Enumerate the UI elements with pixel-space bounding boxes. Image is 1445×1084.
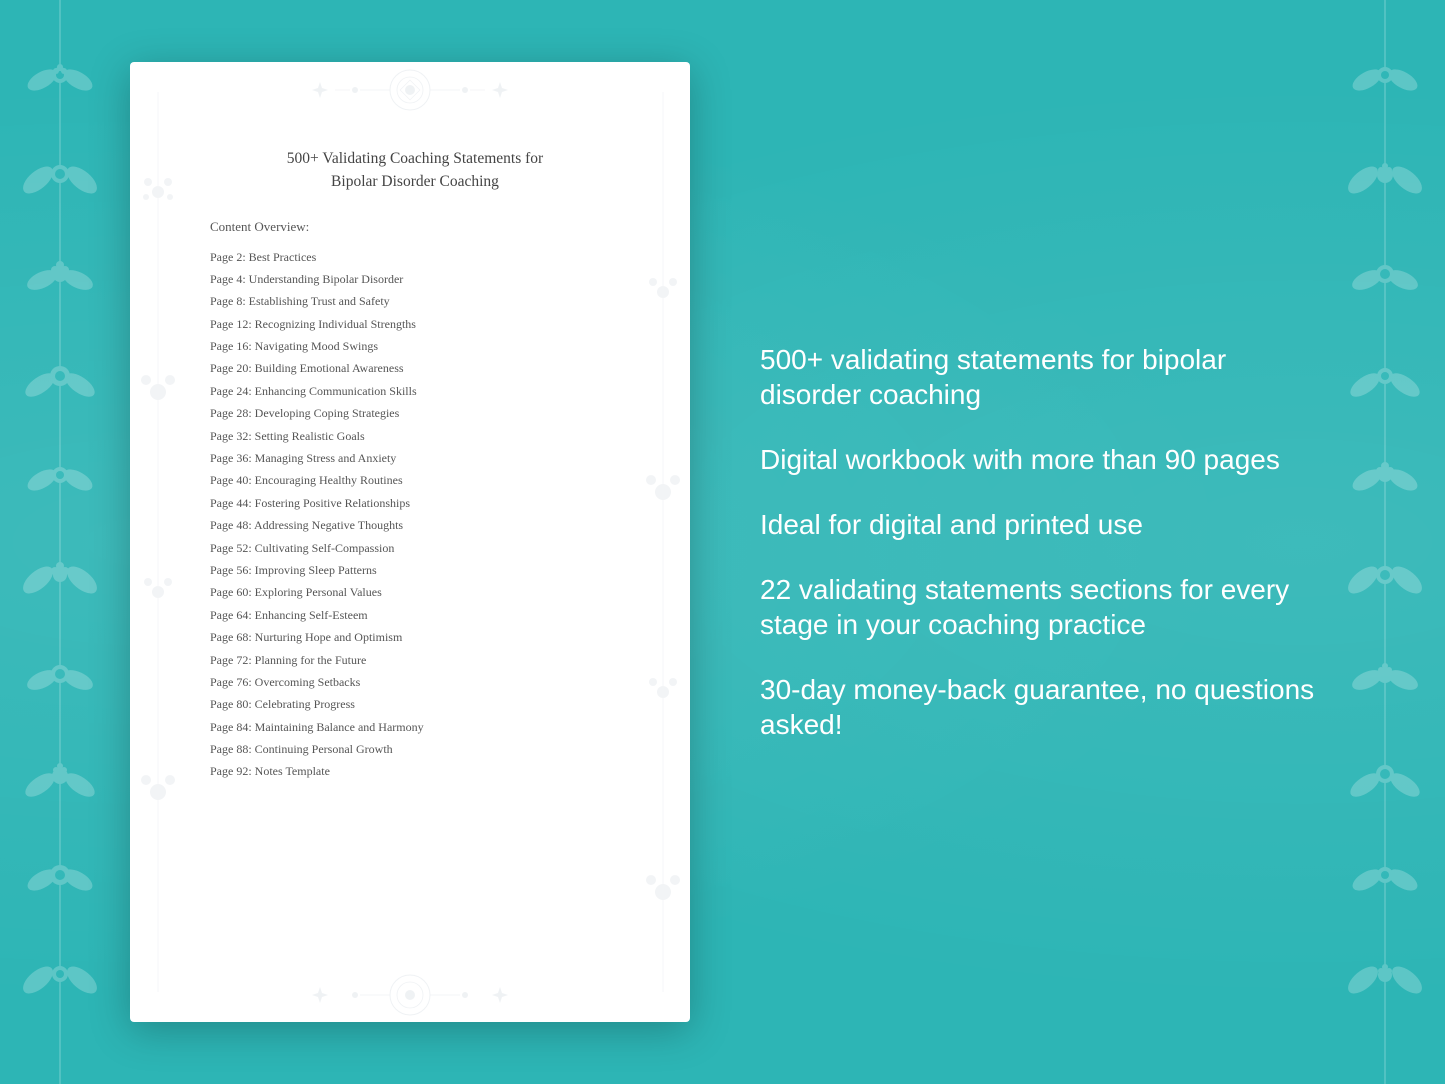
doc-title-line2: Bipolar Disorder Coaching: [331, 173, 499, 190]
feature-text-2: Digital workbook with more than 90 pages: [760, 442, 1315, 477]
document-title: 500+ Validating Coaching Statements for …: [210, 147, 620, 194]
table-of-contents-item: Page 88: Continuing Personal Growth: [210, 739, 620, 759]
table-of-contents-item: Page 52: Cultivating Self-Compassion: [210, 538, 620, 558]
table-of-contents-item: Page 32: Setting Realistic Goals: [210, 426, 620, 446]
features-panel: 500+ validating statements for bipolar d…: [740, 342, 1315, 742]
table-of-contents-item: Page 12: Recognizing Individual Strength…: [210, 314, 620, 334]
document-mockup: 500+ Validating Coaching Statements for …: [130, 62, 690, 1022]
doc-right-decoration: [635, 62, 690, 1022]
table-of-contents-item: Page 20: Building Emotional Awareness: [210, 358, 620, 378]
table-of-contents-item: Page 36: Managing Stress and Anxiety: [210, 448, 620, 468]
feature-text-3: Ideal for digital and printed use: [760, 507, 1315, 542]
table-of-contents: Page 2: Best PracticesPage 4: Understand…: [210, 247, 620, 782]
doc-left-decoration: [130, 62, 185, 1022]
table-of-contents-item: Page 28: Developing Coping Strategies: [210, 403, 620, 423]
table-of-contents-item: Page 8: Establishing Trust and Safety: [210, 291, 620, 311]
table-of-contents-item: Page 68: Nurturing Hope and Optimism: [210, 627, 620, 647]
table-of-contents-item: Page 72: Planning for the Future: [210, 650, 620, 670]
table-of-contents-item: Page 60: Exploring Personal Values: [210, 582, 620, 602]
doc-bottom-decoration: [130, 967, 690, 1022]
document-content: 500+ Validating Coaching Statements for …: [130, 92, 690, 992]
doc-top-decoration: [130, 62, 690, 117]
content-overview-label: Content Overview:: [210, 219, 620, 235]
table-of-contents-item: Page 76: Overcoming Setbacks: [210, 672, 620, 692]
table-of-contents-item: Page 64: Enhancing Self-Esteem: [210, 605, 620, 625]
table-of-contents-item: Page 84: Maintaining Balance and Harmony: [210, 717, 620, 737]
table-of-contents-item: Page 16: Navigating Mood Swings: [210, 336, 620, 356]
feature-text-1: 500+ validating statements for bipolar d…: [760, 342, 1315, 412]
feature-text-4: 22 validating statements sections for ev…: [760, 572, 1315, 642]
table-of-contents-item: Page 24: Enhancing Communication Skills: [210, 381, 620, 401]
main-layout: 500+ Validating Coaching Statements for …: [0, 0, 1445, 1084]
table-of-contents-item: Page 56: Improving Sleep Patterns: [210, 560, 620, 580]
table-of-contents-item: Page 40: Encouraging Healthy Routines: [210, 470, 620, 490]
table-of-contents-item: Page 44: Fostering Positive Relationship…: [210, 493, 620, 513]
table-of-contents-item: Page 80: Celebrating Progress: [210, 694, 620, 714]
table-of-contents-item: Page 4: Understanding Bipolar Disorder: [210, 269, 620, 289]
table-of-contents-item: Page 2: Best Practices: [210, 247, 620, 267]
table-of-contents-item: Page 92: Notes Template: [210, 761, 620, 781]
table-of-contents-item: Page 48: Addressing Negative Thoughts: [210, 515, 620, 535]
feature-text-5: 30-day money-back guarantee, no question…: [760, 672, 1315, 742]
doc-title-line1: 500+ Validating Coaching Statements for: [287, 150, 543, 167]
